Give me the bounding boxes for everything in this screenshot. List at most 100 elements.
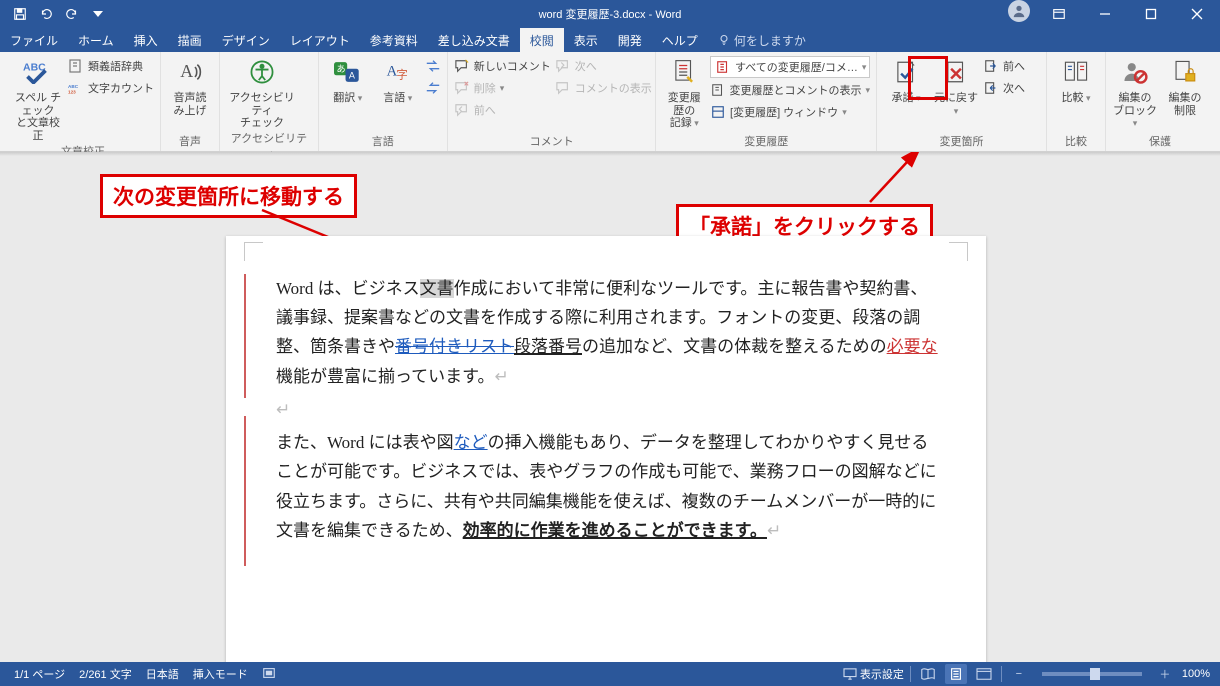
translate-icon: あA — [332, 56, 364, 88]
group-compare: 比較 比較 — [1047, 52, 1106, 151]
word-count-label: 文字カウント — [88, 80, 154, 96]
tab-file[interactable]: ファイル — [0, 28, 68, 52]
maximize-icon[interactable] — [1128, 0, 1174, 28]
document-page[interactable]: Word は、ビジネス文書作成において非常に便利なツールです。主に報告書や契約書… — [226, 236, 986, 662]
doc-paragraph-1[interactable]: Word は、ビジネス文書作成において非常に便利なツールです。主に報告書や契約書… — [276, 274, 940, 391]
tab-review[interactable]: 校閲 — [520, 28, 564, 52]
qat-more-icon[interactable] — [86, 2, 110, 26]
status-mode[interactable]: 挿入モード — [193, 666, 248, 683]
next-change-icon — [983, 80, 999, 96]
a11y-check-label: アクセシビリティ チェック — [226, 92, 298, 130]
compare-button[interactable]: 比較 — [1053, 54, 1099, 126]
doc-inserted-text: など — [454, 433, 488, 452]
show-markup-icon — [710, 82, 725, 98]
group-speech-label: 音声 — [167, 133, 213, 151]
prev-change-icon — [983, 58, 999, 74]
pilcrow-icon: ↵ — [494, 367, 508, 386]
translate-label: 翻訳 — [333, 92, 362, 105]
redo-icon[interactable] — [60, 2, 84, 26]
thesaurus-label: 類義語辞典 — [88, 58, 143, 74]
lang-misc2[interactable] — [425, 78, 441, 98]
group-tracking: 変更履歴の 記録 すべての変更履歴/コメ…▾ 変更履歴とコメントの表示 [変更履… — [656, 52, 877, 151]
a11y-check-button[interactable]: アクセシビリティ チェック — [226, 54, 298, 130]
tab-design[interactable]: デザイン — [212, 28, 280, 52]
view-print-layout-icon[interactable] — [945, 664, 967, 684]
new-comment-icon — [454, 58, 470, 74]
display-for-review-label: すべての変更履歴/コメ… — [735, 59, 858, 75]
tab-layout[interactable]: レイアウト — [280, 28, 360, 52]
reviewing-pane-label: [変更履歴] ウィンドウ — [730, 104, 838, 120]
view-web-layout-icon[interactable] — [973, 664, 995, 684]
quick-access-toolbar — [0, 0, 110, 28]
prev-change-button[interactable]: 前へ — [983, 56, 1025, 76]
tab-references[interactable]: 参考資料 — [360, 28, 428, 52]
undo-icon[interactable] — [34, 2, 58, 26]
account-avatar-icon[interactable] — [1008, 0, 1030, 22]
display-for-review[interactable]: すべての変更履歴/コメ…▾ — [710, 56, 870, 78]
document-body[interactable]: Word は、ビジネス文書作成において非常に便利なツールです。主に報告書や契約書… — [276, 274, 940, 549]
show-comments-label: コメントの表示 — [575, 80, 652, 96]
status-lang[interactable]: 日本語 — [146, 666, 179, 683]
tab-home[interactable]: ホーム — [68, 28, 124, 52]
tab-help[interactable]: ヘルプ — [652, 28, 708, 52]
translate-button[interactable]: あA 翻訳 — [325, 54, 371, 126]
thesaurus-icon — [68, 58, 84, 74]
zoom-in-icon[interactable]: ＋ — [1154, 664, 1176, 684]
svg-text:A: A — [180, 61, 193, 81]
doc-selected-text: 文書 — [420, 279, 454, 298]
word-count-button[interactable]: ABC123文字カウント — [68, 78, 154, 98]
track-changes-button[interactable]: 変更履歴の 記録 — [662, 54, 706, 130]
close-icon[interactable] — [1174, 0, 1220, 28]
block-authors-label: 編集の ブロック — [1112, 92, 1158, 130]
zoom-slider[interactable] — [1042, 672, 1142, 676]
tab-insert[interactable]: 挿入 — [124, 28, 168, 52]
document-area: 次の変更箇所に移動する 「承諾」をクリックする Word は、ビジネス文書作成に… — [0, 152, 1220, 662]
tab-mailings[interactable]: 差し込み文書 — [428, 28, 520, 52]
annotation-move-next: 次の変更箇所に移動する — [100, 174, 357, 218]
tab-developer[interactable]: 開発 — [608, 28, 652, 52]
zoom-out-icon[interactable]: − — [1008, 664, 1030, 684]
group-language-label: 言語 — [325, 133, 441, 151]
lang-misc1[interactable] — [425, 56, 441, 76]
spell-check-button[interactable]: ABC スペル チェック と文章校正 — [12, 54, 64, 143]
prev-comment-button: 前へ — [454, 100, 551, 120]
view-read-mode-icon[interactable] — [917, 664, 939, 684]
read-aloud-icon: A — [174, 56, 206, 88]
status-words[interactable]: 2/261 文字 — [79, 666, 132, 683]
status-macro-icon[interactable] — [262, 666, 276, 683]
doc-deleted-text: 番号付きリスト — [395, 337, 514, 356]
tell-me[interactable]: 何をしますか — [708, 28, 816, 52]
next-change-button[interactable]: 次へ — [983, 78, 1025, 98]
titlebar: word 変更履歴-3.docx - Word — [0, 0, 1220, 28]
status-page[interactable]: 1/1 ページ — [14, 666, 65, 683]
doc-text: 機能が豊富に揃っています。 — [276, 367, 494, 386]
restrict-editing-button[interactable]: 編集の 制限 — [1162, 54, 1208, 126]
doc-inserted-text: 必要な — [887, 337, 938, 356]
svg-text:123: 123 — [68, 89, 76, 94]
minimize-icon[interactable] — [1082, 0, 1128, 28]
read-aloud-button[interactable]: A 音声読 み上げ — [167, 54, 213, 126]
reviewing-pane-icon — [710, 104, 726, 120]
reviewing-pane-button[interactable]: [変更履歴] ウィンドウ — [710, 102, 870, 122]
track-changes-label: 変更履歴の 記録 — [662, 92, 706, 130]
thesaurus-button[interactable]: 類義語辞典 — [68, 56, 154, 76]
block-authors-button[interactable]: 編集の ブロック — [1112, 54, 1158, 130]
save-icon[interactable] — [8, 2, 32, 26]
ribbon-display-icon[interactable] — [1036, 0, 1082, 28]
ribbon: ABC スペル チェック と文章校正 類義語辞典 ABC123文字カウント 文章… — [0, 52, 1220, 152]
svg-text:あ: あ — [336, 64, 345, 74]
title-suffix: - Word — [646, 9, 682, 21]
status-display-settings[interactable]: 表示設定 — [843, 666, 904, 682]
restrict-editing-icon — [1169, 56, 1201, 88]
tab-draw[interactable]: 描画 — [168, 28, 212, 52]
convert2-icon — [425, 80, 441, 96]
group-proofing: ABC スペル チェック と文章校正 類義語辞典 ABC123文字カウント 文章… — [6, 52, 161, 151]
new-comment-button[interactable]: 新しいコメント — [454, 56, 551, 76]
compare-label: 比較 — [1062, 92, 1091, 105]
tab-view[interactable]: 表示 — [564, 28, 608, 52]
status-display-label: 表示設定 — [860, 666, 904, 682]
language-button[interactable]: A字 言語 — [375, 54, 421, 126]
doc-paragraph-2[interactable]: また、Word には表や図などの挿入機能もあり、データを整理してわかりやすく見せ… — [276, 428, 940, 545]
zoom-level[interactable]: 100% — [1182, 668, 1210, 680]
show-markup-button[interactable]: 変更履歴とコメントの表示 — [710, 80, 870, 100]
